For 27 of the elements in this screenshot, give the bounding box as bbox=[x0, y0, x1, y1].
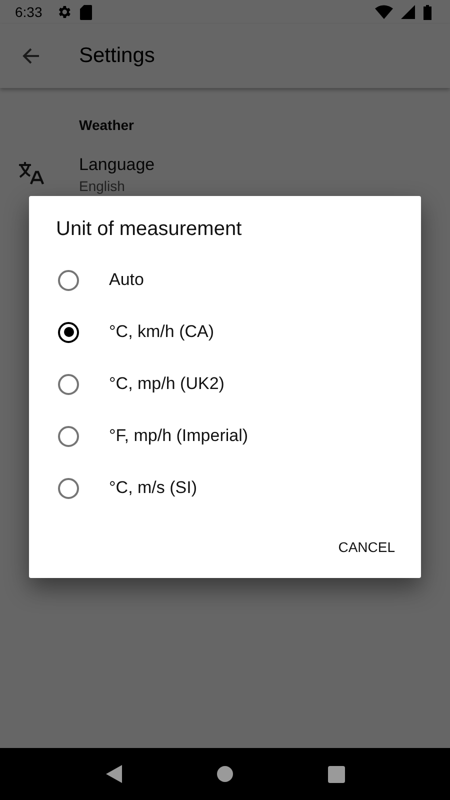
radio-button[interactable] bbox=[58, 374, 79, 394]
overview-icon[interactable] bbox=[328, 766, 344, 782]
wifi-icon bbox=[375, 5, 393, 19]
screen-title: Settings bbox=[79, 44, 155, 68]
home-icon[interactable] bbox=[216, 766, 232, 782]
radio-button[interactable] bbox=[58, 426, 79, 446]
dialog-title: Unit of measurement bbox=[55, 217, 243, 242]
battery-icon bbox=[423, 4, 432, 20]
sd-card-icon bbox=[80, 4, 92, 20]
translate-icon bbox=[18, 161, 44, 185]
clock: 6:33 bbox=[15, 4, 42, 20]
section-header: Weather bbox=[78, 116, 135, 135]
back-icon[interactable] bbox=[106, 765, 122, 783]
option-label[interactable]: °C, m/s (SI) bbox=[109, 478, 198, 498]
back-arrow-icon[interactable] bbox=[21, 46, 41, 66]
gear-icon bbox=[56, 4, 72, 20]
setting-summary: English bbox=[79, 178, 126, 194]
radio-button[interactable] bbox=[58, 270, 79, 290]
option-label[interactable]: °F, mp/h (Imperial) bbox=[109, 426, 248, 446]
cancel-button[interactable]: CANCEL bbox=[329, 531, 404, 563]
signal-icon bbox=[401, 5, 415, 19]
setting-title: Language bbox=[79, 155, 155, 175]
radio-button[interactable] bbox=[58, 322, 79, 342]
radio-button[interactable] bbox=[58, 478, 79, 498]
option-label[interactable]: °C, km/h (CA) bbox=[109, 322, 214, 342]
option-label[interactable]: °C, mp/h (UK2) bbox=[109, 374, 224, 394]
option-label[interactable]: Auto bbox=[109, 270, 144, 290]
